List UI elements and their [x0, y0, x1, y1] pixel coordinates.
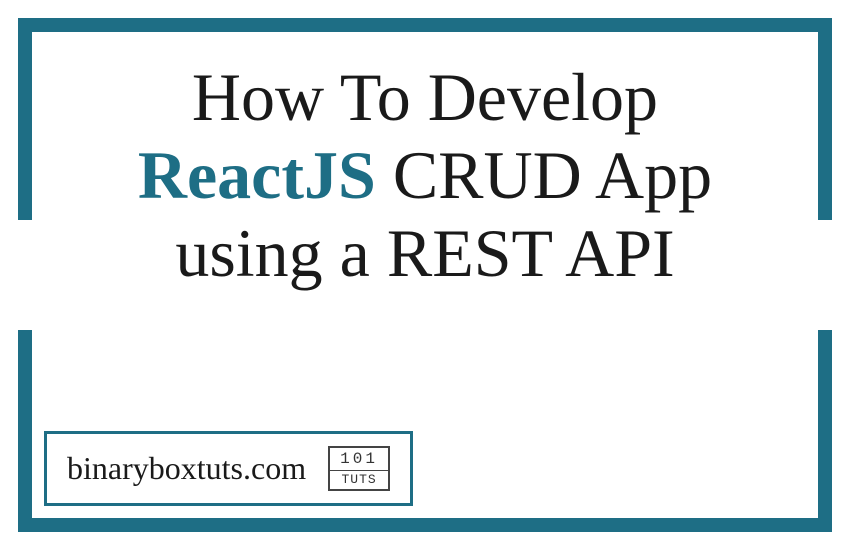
frame-notch-left [10, 220, 46, 330]
logo-bottom-text: TUTS [330, 471, 388, 489]
frame-notch-right [804, 220, 840, 330]
title-line-2: ReactJS CRUD App [60, 136, 790, 214]
logo-top-text: 101 [330, 448, 388, 471]
title-block: How To Develop ReactJS CRUD App using a … [60, 58, 790, 293]
title-highlight-reactjs: ReactJS [138, 137, 376, 213]
title-line-2-suffix: CRUD App [376, 137, 712, 213]
footer-site-text: binaryboxtuts.com [67, 450, 306, 487]
logo-icon: 101 TUTS [328, 446, 390, 491]
title-line-3: using a REST API [60, 214, 790, 292]
title-line-1: How To Develop [60, 58, 790, 136]
footer-box: binaryboxtuts.com 101 TUTS [44, 431, 413, 506]
